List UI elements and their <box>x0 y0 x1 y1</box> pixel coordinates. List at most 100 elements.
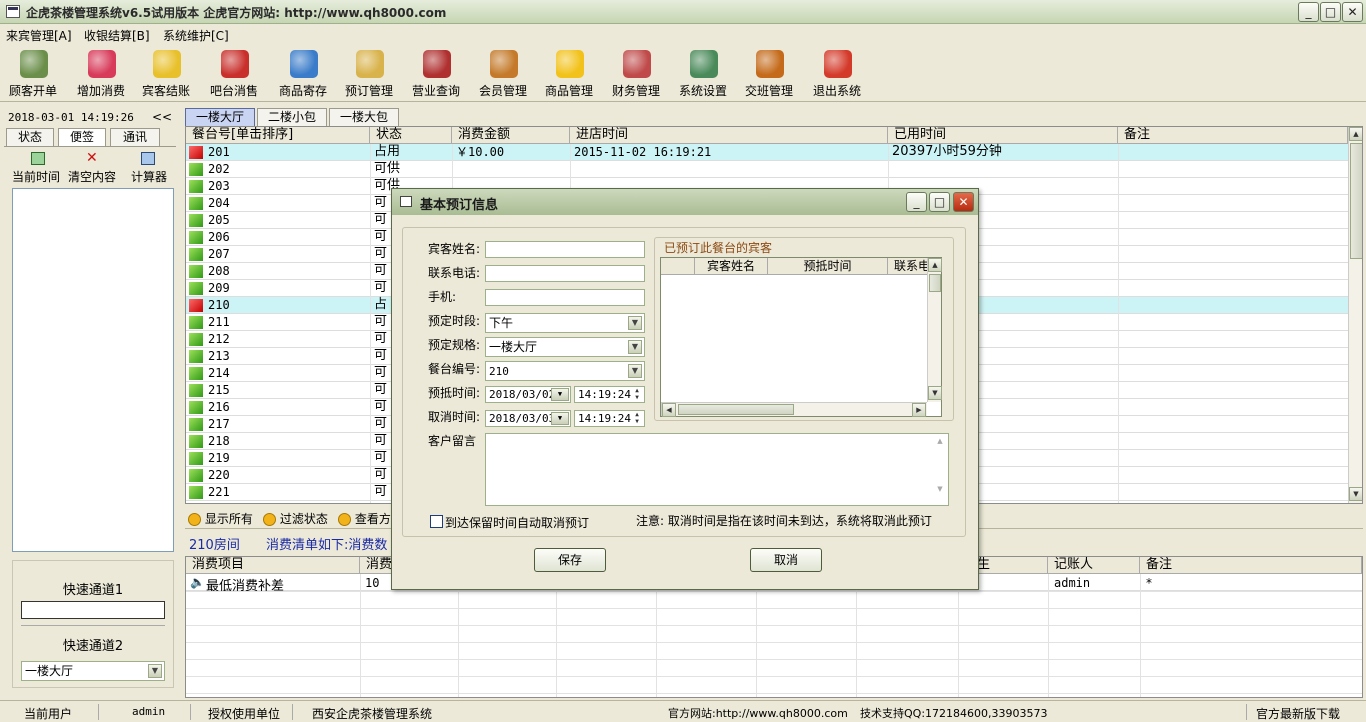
phone-input[interactable] <box>485 265 645 282</box>
available-flag-icon <box>189 163 203 176</box>
header-amount[interactable]: 消费金额 <box>452 127 570 144</box>
table-row[interactable]: 202 可供 <box>186 161 1348 178</box>
header-reserve-time[interactable]: 预抵时间 <box>768 258 888 275</box>
period-select[interactable]: 下午 ▼ <box>485 313 645 333</box>
cell-status: 可 <box>374 416 388 431</box>
spinner-icon[interactable]: ▲ ▼ <box>631 411 643 426</box>
scroll-up-icon[interactable]: ▲ <box>928 258 942 272</box>
menu-system[interactable]: 系统维护[C] <box>163 27 229 44</box>
header-note[interactable]: 备注 <box>1118 127 1348 144</box>
spinner-icon[interactable]: ▲ ▼ <box>631 387 643 402</box>
calculator-button[interactable]: 计算器 <box>129 150 173 184</box>
menu-guest[interactable]: 来宾管理[A] <box>6 27 72 44</box>
guest-name-input[interactable] <box>485 241 645 258</box>
clear-content-button[interactable]: ✕ 清空内容 <box>68 150 118 184</box>
scroll-up-icon[interactable]: ▲ <box>1349 127 1362 141</box>
header-status[interactable]: 状态 <box>370 127 452 144</box>
table-row[interactable]: 201 占用 ￥10.00 2015-11-02 16:19:21 20397小时59分… <box>186 144 1348 161</box>
toolbar-button-13[interactable]: 退出系统 <box>806 46 868 100</box>
toolbar-button-10[interactable]: 财务管理 <box>605 46 667 100</box>
dialog-close-button[interactable]: ✕ <box>953 192 974 212</box>
cell-status: 可 <box>374 246 388 261</box>
cell-no: 216 <box>208 400 230 414</box>
toolbar-button-8[interactable]: 会员管理 <box>472 46 534 100</box>
table-no-select[interactable]: 210 ▼ <box>485 361 645 381</box>
toolbar-button-12[interactable]: 交班管理 <box>738 46 800 100</box>
toolbar-button-9[interactable]: 商品管理 <box>538 46 600 100</box>
dialog-minimize-button[interactable]: _ <box>906 192 927 212</box>
header-used-time[interactable]: 已用时间 <box>888 127 1118 144</box>
maximize-button[interactable]: □ <box>1320 2 1341 22</box>
tab-contacts[interactable]: 通讯 <box>110 128 160 146</box>
toolbar-button-2[interactable]: 增加消费 <box>70 46 132 100</box>
toolbar-button-11[interactable]: 系统设置 <box>672 46 734 100</box>
scroll-down-icon[interactable]: ▼ <box>928 386 942 400</box>
reserved-guests-list[interactable]: 宾客姓名 预抵时间 联系电 ▲ ▼ ◀ ▶ <box>660 257 942 417</box>
message-textarea[interactable]: ▲ ▼ <box>485 433 949 506</box>
toolbar-button-5[interactable]: 商品寄存 <box>272 46 334 100</box>
filter-view[interactable]: 查看方 <box>338 510 391 527</box>
tab-notes[interactable]: 便签 <box>58 128 106 146</box>
tab-floor-3[interactable]: 一楼大包 <box>329 108 399 126</box>
tab-floor-1[interactable]: 一楼大厅 <box>185 108 255 126</box>
cancel-time-spinner[interactable]: 14:19:24 ▲ ▼ <box>574 410 645 427</box>
add-consumption-icon <box>88 50 116 78</box>
toolbar-button-7[interactable]: 营业查询 <box>405 46 467 100</box>
available-flag-icon <box>189 231 203 244</box>
header-item[interactable]: 消费项目 <box>186 557 360 574</box>
current-time-button[interactable]: 当前时间 <box>12 150 62 184</box>
cell-status: 占用 <box>374 144 401 159</box>
auto-cancel-checkbox[interactable] <box>430 515 443 528</box>
tab-status[interactable]: 状态 <box>6 128 54 146</box>
reserve-time-spinner[interactable]: 14:19:24 ▲ ▼ <box>574 386 645 403</box>
channel2-select[interactable]: 一楼大厅 ▼ <box>21 661 165 681</box>
channel1-input[interactable] <box>21 601 165 619</box>
website-text[interactable]: 官方网站:http://www.qh8000.com <box>668 705 848 721</box>
header-table-no[interactable]: 餐台号[单击排序] <box>186 127 370 144</box>
minimize-button[interactable]: _ <box>1298 2 1319 22</box>
menu-cashier[interactable]: 收银结算[B] <box>84 27 150 44</box>
cancel-date-picker[interactable]: 2018/03/03 ▼ <box>485 410 571 427</box>
cell-status: 可 <box>374 263 388 278</box>
toolbar-button-4[interactable]: 吧台消售 <box>203 46 265 100</box>
header-guest-name[interactable]: 宾客姓名 <box>695 258 768 275</box>
save-button[interactable]: 保存 <box>534 548 606 572</box>
toolbar-label: 预订管理 <box>344 84 393 98</box>
header-note2[interactable]: 备注 <box>1140 557 1362 574</box>
tab-floor-2[interactable]: 二楼小包 <box>257 108 327 126</box>
toolbar-button-6[interactable]: 预订管理 <box>338 46 400 100</box>
header-contact[interactable]: 联系电 <box>888 258 930 275</box>
list-h-scrollbar[interactable]: ◀ ▶ <box>661 402 927 417</box>
calendar-dropdown-icon[interactable]: ▼ <box>551 412 569 425</box>
cell-no: 221 <box>208 485 230 499</box>
available-flag-icon <box>189 333 203 346</box>
grid-scrollbar[interactable]: ▲ ▼ <box>1348 127 1362 503</box>
view-icon <box>338 513 351 526</box>
scroll-right-icon[interactable]: ▶ <box>912 403 926 417</box>
collapse-button[interactable]: << <box>152 110 172 124</box>
toolbar-label: 商品寄存 <box>278 84 327 98</box>
cell-status: 可 <box>374 467 388 482</box>
app-icon[interactable] <box>6 5 20 18</box>
header-checkin-time[interactable]: 进店时间 <box>570 127 888 144</box>
filter-all[interactable]: 显示所有 <box>188 510 253 527</box>
cell-status: 可 <box>374 212 388 227</box>
mobile-input[interactable] <box>485 289 645 306</box>
notes-textarea[interactable] <box>12 188 174 552</box>
list-v-scrollbar[interactable]: ▲ ▼ <box>927 258 942 402</box>
spec-select[interactable]: 一楼大厅 ▼ <box>485 337 645 357</box>
header-clerk[interactable]: 记账人 <box>1048 557 1140 574</box>
dialog-maximize-button[interactable]: □ <box>929 192 950 212</box>
textarea-scroll-icon[interactable]: ▲ ▼ <box>933 435 947 504</box>
filter-status[interactable]: 过滤状态 <box>263 510 328 527</box>
toolbar-button-3[interactable]: 宾客结账 <box>135 46 197 100</box>
cancel-button[interactable]: 取消 <box>750 548 822 572</box>
scroll-down-icon[interactable]: ▼ <box>1349 487 1362 501</box>
close-button[interactable]: ✕ <box>1342 2 1363 22</box>
cancel-time-label: 取消时间: <box>428 410 481 424</box>
toolbar-button-1[interactable]: 顾客开单 <box>2 46 64 100</box>
reserve-date-picker[interactable]: 2018/03/02 ▼ <box>485 386 571 403</box>
scroll-left-icon[interactable]: ◀ <box>662 403 676 417</box>
download-link[interactable]: 官方最新版下载 <box>1256 705 1340 722</box>
calendar-dropdown-icon[interactable]: ▼ <box>551 388 569 401</box>
